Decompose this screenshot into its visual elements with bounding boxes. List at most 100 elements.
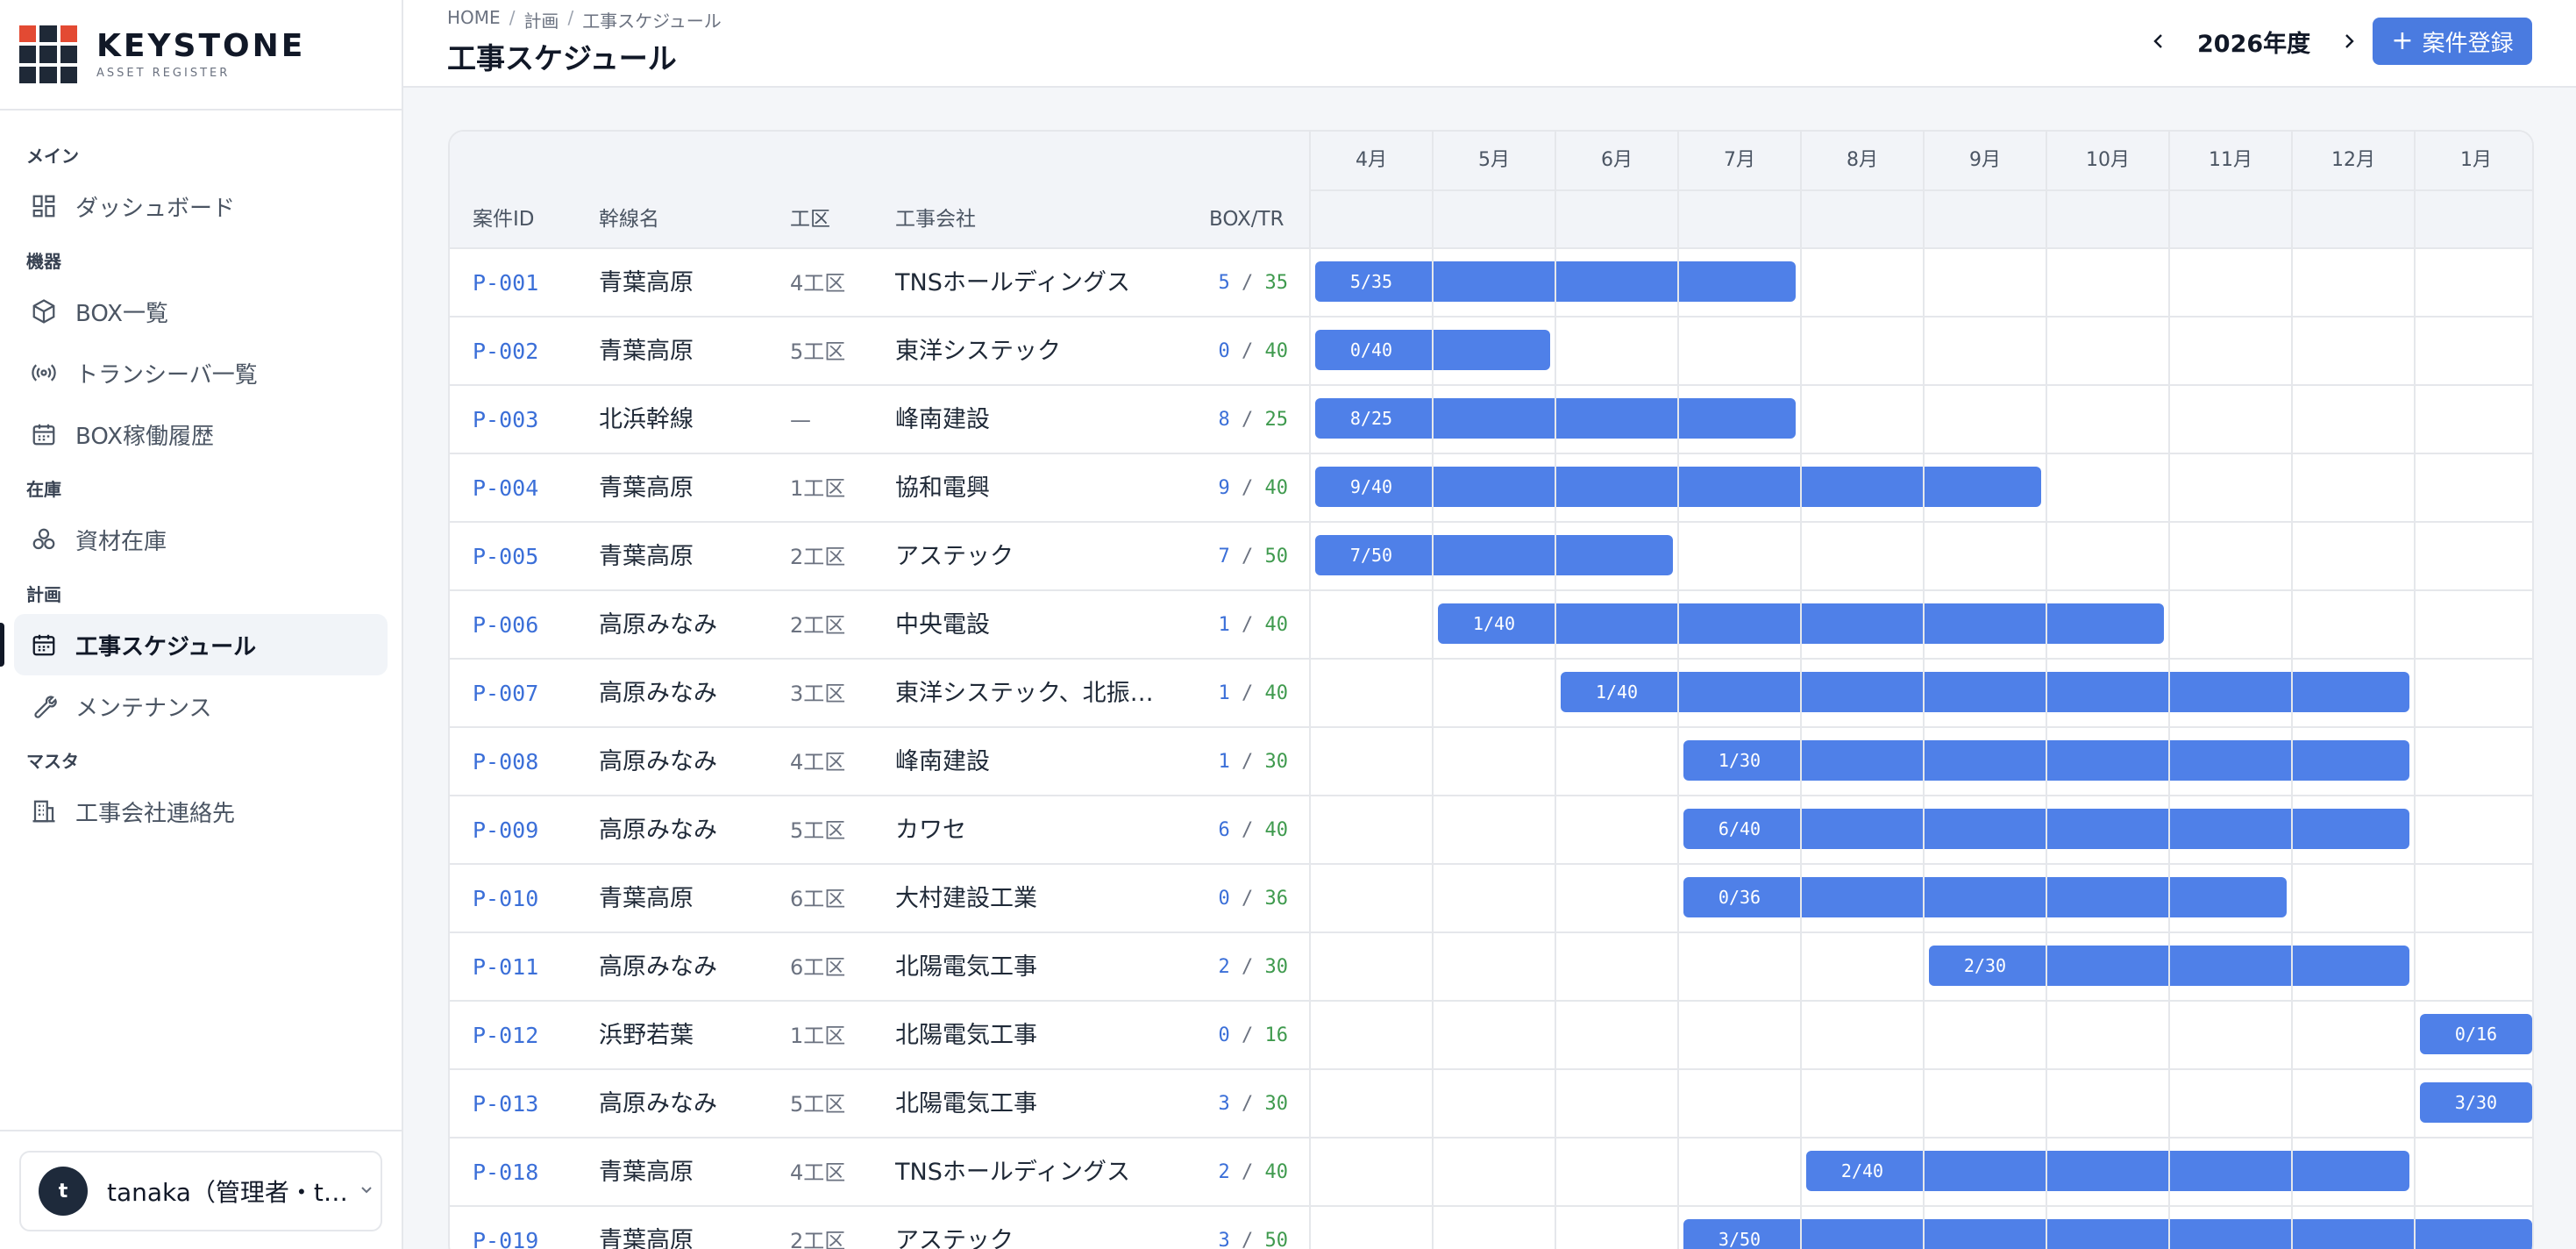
- line-name: 青葉高原: [599, 885, 694, 912]
- line-name: 浜野若葉: [599, 1022, 694, 1049]
- zone: 4工区: [790, 750, 846, 774]
- sidebar-item[interactable]: ダッシュボード: [14, 175, 388, 237]
- project-id-link[interactable]: P-005: [473, 523, 538, 589]
- user-menu-button[interactable]: t tanaka（管理者・tanaka@example.jp）: [19, 1151, 382, 1231]
- zone: 2工区: [790, 545, 846, 569]
- schedule-bar[interactable]: 3/30: [2420, 1082, 2532, 1123]
- next-year-button[interactable]: [2330, 22, 2368, 61]
- table-row[interactable]: P-018 青葉高原 4工区 TNSホールディングス 2 / 40 2/40: [450, 1138, 2532, 1207]
- breadcrumb-separator: /: [509, 7, 516, 28]
- box-count: 2: [1218, 956, 1230, 978]
- zone: 6工区: [790, 955, 846, 980]
- month-header: 7月: [1724, 149, 1755, 171]
- add-project-label: 案件登録: [2422, 30, 2514, 57]
- breadcrumb-home[interactable]: HOME: [447, 7, 501, 32]
- tr-count: 30: [1264, 751, 1289, 773]
- avatar: t: [39, 1167, 88, 1216]
- project-id-link[interactable]: P-006: [473, 591, 538, 658]
- breadcrumb-plan[interactable]: 計画: [523, 7, 559, 32]
- schedule-bar-label: 1/40: [1472, 613, 1516, 634]
- table-row[interactable]: P-010 青葉高原 6工区 大村建設工業 0 / 36 0/36: [450, 865, 2532, 933]
- schedule-bar[interactable]: 7/50: [1315, 535, 1673, 575]
- brand[interactable]: KEYSTONE ASSET REGISTER: [0, 0, 402, 111]
- grid-line: [1800, 132, 1802, 1249]
- table-row[interactable]: P-007 高原みなみ 3工区 東洋システック、北振電気 1 / 40 1/40: [450, 660, 2532, 728]
- table-row[interactable]: P-012 浜野若葉 1工区 北陽電気工事 0 / 16 0/16: [450, 1002, 2532, 1070]
- nav-section-label: 在庫: [26, 479, 61, 500]
- sidebar-item[interactable]: BOX稼働履歴: [14, 403, 388, 465]
- column-header-company[interactable]: 工事会社: [895, 189, 976, 249]
- table-row[interactable]: P-013 高原みなみ 5工区 北陽電気工事 3 / 30 3/30: [450, 1070, 2532, 1138]
- box-tr-count: 0 / 36: [1218, 888, 1289, 910]
- schedule-bar[interactable]: 3/50: [1683, 1219, 2532, 1249]
- zone: 1工区: [790, 476, 846, 501]
- box-count: 0: [1218, 1024, 1230, 1046]
- schedule-bar[interactable]: 1/40: [1561, 672, 2409, 712]
- radio-icon: [30, 359, 58, 387]
- app: KEYSTONE ASSET REGISTER メイン ダッシュボード 機器 BOX一…: [0, 0, 2576, 1249]
- project-id-link[interactable]: P-013: [473, 1070, 538, 1137]
- project-id-link[interactable]: P-011: [473, 933, 538, 1000]
- table-row[interactable]: P-002 青葉高原 5工区 東洋システック 0 / 40 0/40: [450, 318, 2532, 386]
- year-navigator: 2026年度: [2139, 19, 2368, 63]
- tr-count: 40: [1264, 819, 1289, 841]
- company-name: 北陽電気工事: [895, 1090, 1037, 1117]
- zone: 3工区: [790, 682, 846, 706]
- box-tr-count: 3 / 50: [1176, 1207, 1289, 1249]
- table-row[interactable]: P-008 高原みなみ 4工区 峰南建設 1 / 30 1/30: [450, 728, 2532, 796]
- company-name: 東洋システック: [895, 338, 1061, 365]
- project-id-link[interactable]: P-003: [473, 386, 538, 453]
- box-count: 7: [1218, 546, 1230, 567]
- month-header: 10月: [2086, 149, 2130, 171]
- sidebar-item[interactable]: メンテナンス: [14, 675, 388, 737]
- line-name: 高原みなみ: [599, 748, 717, 775]
- project-id-link[interactable]: P-002: [473, 318, 538, 384]
- project-id-link[interactable]: P-001: [473, 249, 538, 316]
- column-header-boxtr[interactable]: BOX/TR: [1209, 189, 1284, 249]
- add-project-button[interactable]: + 案件登録: [2373, 18, 2532, 65]
- schedule-bar[interactable]: 2/40: [1806, 1151, 2409, 1191]
- table-row[interactable]: P-019 青葉高原 2工区 アステック 3 / 50 3/50: [450, 1207, 2532, 1249]
- schedule-bar[interactable]: 0/16: [2420, 1014, 2532, 1054]
- schedule-bar[interactable]: 0/36: [1683, 877, 2287, 917]
- prev-year-button[interactable]: [2139, 22, 2178, 61]
- column-header-id[interactable]: 案件ID: [473, 189, 535, 249]
- column-header-line[interactable]: 幹線名: [599, 189, 659, 249]
- page-header: HOME / 計画 / 工事スケジュール 工事スケジュール 2026年度 + 案…: [403, 0, 2576, 88]
- box-tr-count: 7 / 50: [1218, 546, 1289, 567]
- project-id-link[interactable]: P-008: [473, 728, 538, 795]
- tr-count: 36: [1264, 888, 1289, 910]
- fiscal-year-label: 2026年度: [2197, 30, 2311, 58]
- sidebar-item[interactable]: BOX一覧: [14, 281, 388, 342]
- project-id-link[interactable]: P-018: [473, 1138, 538, 1205]
- wrench-icon: [30, 692, 58, 720]
- table-row[interactable]: P-009 高原みなみ 5工区 カワセ 6 / 40 6/40: [450, 796, 2532, 865]
- project-id-link[interactable]: P-019: [473, 1207, 538, 1249]
- table-row[interactable]: P-004 青葉高原 1工区 協和電興 9 / 40 9/40: [450, 454, 2532, 523]
- schedule-bar-label: 2/30: [1963, 955, 2007, 976]
- project-id-link[interactable]: P-012: [473, 1002, 538, 1068]
- project-id-link[interactable]: P-007: [473, 660, 538, 726]
- table-row[interactable]: P-003 北浜幹線 — 峰南建設 8 / 25 8/25: [450, 386, 2532, 454]
- sidebar-item[interactable]: トランシーバ一覧: [14, 342, 388, 403]
- table-row[interactable]: P-005 青葉高原 2工区 アステック 7 / 50 7/50: [450, 523, 2532, 591]
- project-id-link[interactable]: P-009: [473, 796, 538, 863]
- schedule-bar-label: 5/35: [1349, 271, 1393, 292]
- schedule-bar-label: 9/40: [1349, 476, 1393, 497]
- company-name: TNSホールディングス: [895, 1159, 1130, 1186]
- sidebar-item[interactable]: 資材在庫: [14, 509, 388, 570]
- box-count: 1: [1218, 751, 1230, 773]
- month-header: 5月: [1478, 149, 1510, 171]
- sidebar-item[interactable]: 工事会社連絡先: [14, 781, 388, 842]
- project-id-link[interactable]: P-004: [473, 454, 538, 521]
- table-row[interactable]: P-006 高原みなみ 2工区 中央電設 1 / 40 1/40: [450, 591, 2532, 660]
- column-header-zone[interactable]: 工区: [790, 189, 830, 249]
- schedule-bar-label: 0/36: [1718, 887, 1761, 908]
- table-row[interactable]: P-001 青葉高原 4工区 TNSホールディングス 5 / 35 5/35: [450, 249, 2532, 318]
- tr-count: 40: [1264, 1161, 1289, 1183]
- sidebar-item[interactable]: 工事スケジュール: [0, 614, 388, 675]
- box-count: 9: [1218, 477, 1230, 499]
- table-row[interactable]: P-011 高原みなみ 6工区 北陽電気工事 2 / 30 2/30: [450, 933, 2532, 1002]
- project-id-link[interactable]: P-010: [473, 865, 538, 931]
- line-name: 高原みなみ: [599, 1090, 717, 1117]
